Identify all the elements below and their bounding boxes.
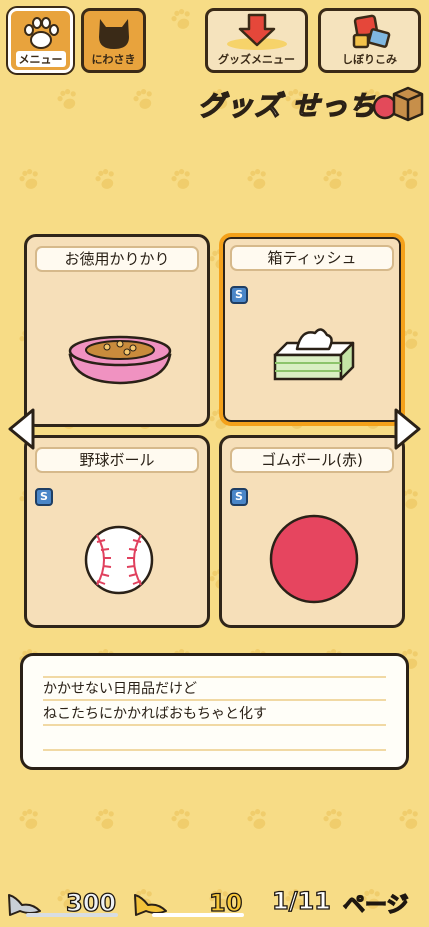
- goods-menu-button[interactable]: グッズメニュー: [205, 8, 308, 73]
- pink-food-bowl-icon: [68, 335, 172, 385]
- menu-button-label: メニュー: [15, 51, 66, 67]
- down-arrow-icon: [226, 13, 287, 50]
- paw-icon: [23, 17, 59, 49]
- background-paw: [17, 166, 43, 192]
- background-paw: [245, 166, 271, 192]
- background-paw: [93, 166, 119, 192]
- filter-button-label: しぼりこみ: [342, 53, 397, 66]
- goods-card-baseball[interactable]: 野球ボール S: [24, 435, 210, 628]
- page-title: グッズ せっち: [197, 90, 377, 122]
- background-paw: [93, 806, 119, 832]
- silver-fish-count: 300: [65, 888, 117, 917]
- next-page-arrow[interactable]: [393, 407, 423, 451]
- tissue-box-icon: [273, 328, 355, 381]
- goods-menu-label: グッズメニュー: [218, 53, 295, 66]
- background-paw: [17, 806, 43, 832]
- red-rubber-ball-icon: [269, 514, 359, 604]
- gold-fish-count: 10: [208, 888, 243, 917]
- goods-card-red-rubber-ball[interactable]: ゴムボール(赤) S: [219, 435, 405, 628]
- goods-card-cheap-kibble[interactable]: お徳用かりかり: [24, 234, 210, 427]
- background-paw: [245, 806, 271, 832]
- baseball-icon: [84, 525, 154, 595]
- cat-silhouette-icon: [98, 19, 129, 49]
- menu-button[interactable]: メニュー: [8, 8, 73, 73]
- filter-goods-icon: [352, 14, 390, 49]
- description-line-1: かかせない日用品だけど: [43, 681, 197, 697]
- goods-description-box: かかせない日用品だけど ねこたちにかかればおもちゃと化す: [20, 653, 409, 770]
- background-paw: [321, 166, 347, 192]
- background-paw: [169, 166, 195, 192]
- ruled-line: [43, 724, 386, 726]
- background-paw: [131, 86, 157, 112]
- background-paw: [321, 806, 347, 832]
- ruled-line: [43, 749, 386, 751]
- description-line-2: ねこたちにかかればおもちゃと化す: [43, 706, 267, 722]
- background-paw: [397, 806, 423, 832]
- previous-page-arrow[interactable]: [6, 407, 36, 451]
- ball-and-box-icon: [372, 86, 424, 122]
- ruled-line: [43, 699, 386, 701]
- background-paw: [55, 86, 81, 112]
- background-paw: [169, 806, 195, 832]
- garden-button-label: にわさき: [91, 53, 136, 66]
- page-suffix: ページ: [342, 892, 409, 918]
- background-paw: [397, 166, 423, 192]
- filter-button[interactable]: しぼりこみ: [318, 8, 421, 73]
- page-indicator: 1/11: [271, 886, 331, 915]
- background-paw: [169, 6, 195, 32]
- garden-button[interactable]: にわさき: [81, 8, 146, 73]
- goods-card-tissue-box[interactable]: 箱ティッシュ S: [219, 233, 405, 426]
